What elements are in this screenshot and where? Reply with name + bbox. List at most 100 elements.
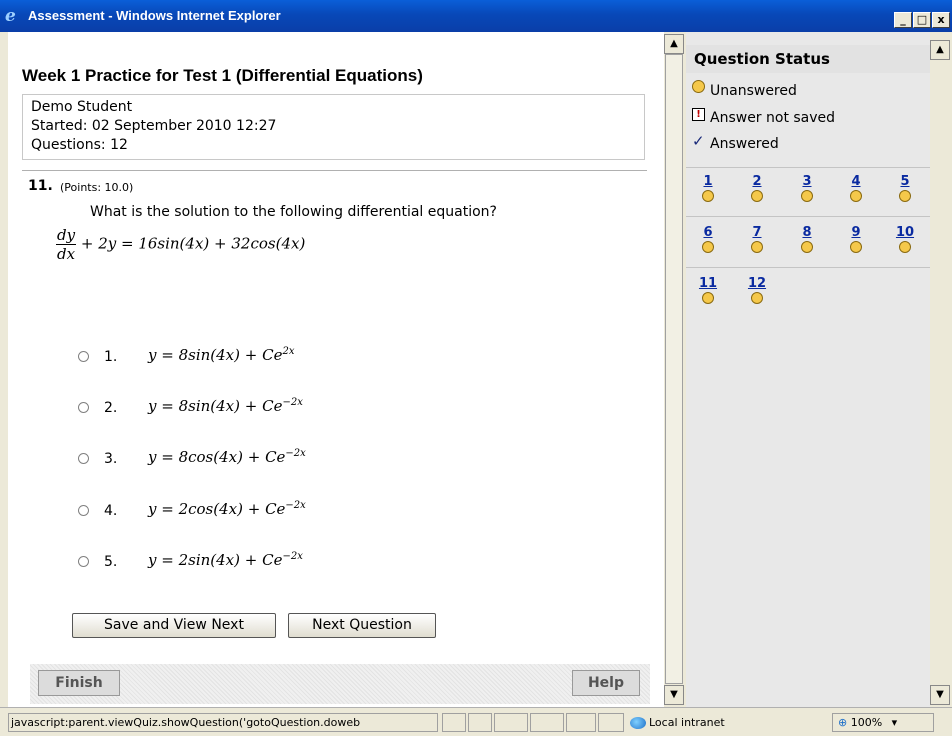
question-points: (Points: 10.0) xyxy=(60,181,134,194)
close-button[interactable]: x xyxy=(932,12,950,28)
status-panel-header: Question Status xyxy=(686,45,930,73)
legend-not-saved: ! Answer not saved xyxy=(692,108,912,128)
question-link-number[interactable]: 3 xyxy=(792,175,822,189)
option-expression: y = 8sin(4x) + Ce−2x xyxy=(148,397,303,415)
fraction-denominator: dx xyxy=(57,245,76,263)
option-number: 1. xyxy=(104,349,118,365)
unanswered-circle-icon xyxy=(692,80,705,93)
question-link-4[interactable]: 4 xyxy=(841,175,871,202)
option-exponent: 2x xyxy=(282,346,295,357)
checkmark-icon: ✓ xyxy=(692,132,705,150)
ie-logo-icon: e xyxy=(5,6,16,26)
question-number: 11. xyxy=(28,178,53,194)
question-link-number[interactable]: 7 xyxy=(742,226,772,240)
question-link-11[interactable]: 11 xyxy=(693,277,723,304)
question-link-7[interactable]: 7 xyxy=(742,226,772,253)
scroll-down-icon[interactable]: ▼ xyxy=(664,685,684,705)
question-link-6[interactable]: 6 xyxy=(693,226,723,253)
unanswered-circle-icon xyxy=(702,190,714,202)
option-number: 5. xyxy=(104,554,118,570)
question-link-2[interactable]: 2 xyxy=(742,175,772,202)
question-link-number[interactable]: 4 xyxy=(841,175,871,189)
unanswered-circle-icon xyxy=(751,241,763,253)
option-lhs: y = 8cos(4x) + Ce xyxy=(148,448,286,466)
save-and-view-next-button[interactable]: Save and View Next xyxy=(72,613,276,638)
question-link-number[interactable]: 6 xyxy=(693,226,723,240)
security-zone: Local intranet xyxy=(630,713,725,732)
student-info-box: Demo Student Started: 02 September 2010 … xyxy=(22,94,645,160)
option-exponent: −2x xyxy=(282,551,303,562)
unanswered-circle-icon xyxy=(751,292,763,304)
option-lhs: y = 8sin(4x) + Ce xyxy=(148,346,283,364)
option-expression: y = 8cos(4x) + Ce−2x xyxy=(148,448,306,466)
question-link-1[interactable]: 1 xyxy=(693,175,723,202)
option-exponent: −2x xyxy=(285,448,306,459)
option-number: 2. xyxy=(104,400,118,416)
option-exponent: −2x xyxy=(282,397,303,408)
unanswered-circle-icon xyxy=(801,190,813,202)
help-button[interactable]: Help xyxy=(572,670,640,696)
student-name: Demo Student xyxy=(31,99,133,115)
zoom-icon: ⊕ xyxy=(838,716,848,729)
radio-button[interactable] xyxy=(78,453,89,464)
legend-answered: ✓ Answered xyxy=(692,134,892,154)
equation-rest: + 2y = 16sin(4x) + 32cos(4x) xyxy=(80,234,306,253)
option-number: 4. xyxy=(104,503,118,519)
question-link-10[interactable]: 10 xyxy=(890,226,920,253)
option-expression: y = 2cos(4x) + Ce−2x xyxy=(148,500,306,518)
minimize-button[interactable]: _ xyxy=(894,12,912,28)
question-link-12[interactable]: 12 xyxy=(742,277,772,304)
globe-icon xyxy=(630,717,646,729)
option-exponent: −2x xyxy=(285,500,306,511)
question-link-8[interactable]: 8 xyxy=(792,226,822,253)
differential-equation: dy dx + 2y = 16sin(4x) + 32cos(4x) xyxy=(56,226,305,263)
unanswered-circle-icon xyxy=(899,190,911,202)
browser-statusbar: javascript:parent.viewQuiz.showQuestion(… xyxy=(0,707,952,736)
option-lhs: y = 8sin(4x) + Ce xyxy=(148,397,283,415)
option-lhs: y = 2sin(4x) + Ce xyxy=(148,551,283,569)
zoom-value: 100% xyxy=(850,716,883,729)
question-text: What is the solution to the following di… xyxy=(90,204,497,220)
unanswered-circle-icon xyxy=(850,190,862,202)
question-link-number[interactable]: 10 xyxy=(890,226,920,240)
option-lhs: y = 2cos(4x) + Ce xyxy=(148,500,286,518)
legend-label: Answer not saved xyxy=(710,110,836,126)
question-link-number[interactable]: 8 xyxy=(792,226,822,240)
legend-unanswered: Unanswered xyxy=(692,80,892,100)
question-link-3[interactable]: 3 xyxy=(792,175,822,202)
legend-label: Unanswered xyxy=(710,83,797,99)
question-link-number[interactable]: 9 xyxy=(841,226,871,240)
zoom-level[interactable]: ⊕ 100% ▾ xyxy=(838,713,897,732)
option-expression: y = 2sin(4x) + Ce−2x xyxy=(148,551,303,569)
page-title: Week 1 Practice for Test 1 (Differential… xyxy=(22,66,423,85)
question-link-number[interactable]: 11 xyxy=(693,277,723,291)
radio-button[interactable] xyxy=(78,351,89,362)
status-cell xyxy=(468,713,492,732)
main-scrollbar[interactable]: ▲ ▼ xyxy=(664,32,686,707)
question-link-9[interactable]: 9 xyxy=(841,226,871,253)
derivative-fraction: dy dx xyxy=(56,226,77,263)
next-question-button[interactable]: Next Question xyxy=(288,613,436,638)
question-link-number[interactable]: 2 xyxy=(742,175,772,189)
scroll-down-icon[interactable]: ▼ xyxy=(930,685,950,705)
divider xyxy=(686,267,930,268)
finish-button[interactable]: Finish xyxy=(38,670,120,696)
radio-button[interactable] xyxy=(78,505,89,516)
chevron-down-icon[interactable]: ▾ xyxy=(892,716,898,729)
question-link-number[interactable]: 1 xyxy=(693,175,723,189)
divider xyxy=(686,216,930,217)
maximize-button[interactable]: □ xyxy=(913,12,931,28)
status-panel-scrollbar[interactable]: ▲ ▼ xyxy=(930,32,952,707)
scrollbar-thumb[interactable] xyxy=(665,54,683,684)
radio-button[interactable] xyxy=(78,402,89,413)
status-cell xyxy=(494,713,528,732)
question-link-number[interactable]: 12 xyxy=(742,277,772,291)
legend-label: Answered xyxy=(710,136,779,152)
scroll-up-icon[interactable]: ▲ xyxy=(930,40,950,60)
question-link-number[interactable]: 5 xyxy=(890,175,920,189)
question-count: Questions: 12 xyxy=(31,137,128,153)
radio-button[interactable] xyxy=(78,556,89,567)
scroll-up-icon[interactable]: ▲ xyxy=(664,34,684,54)
fraction-numerator: dy xyxy=(56,226,77,245)
question-link-5[interactable]: 5 xyxy=(890,175,920,202)
